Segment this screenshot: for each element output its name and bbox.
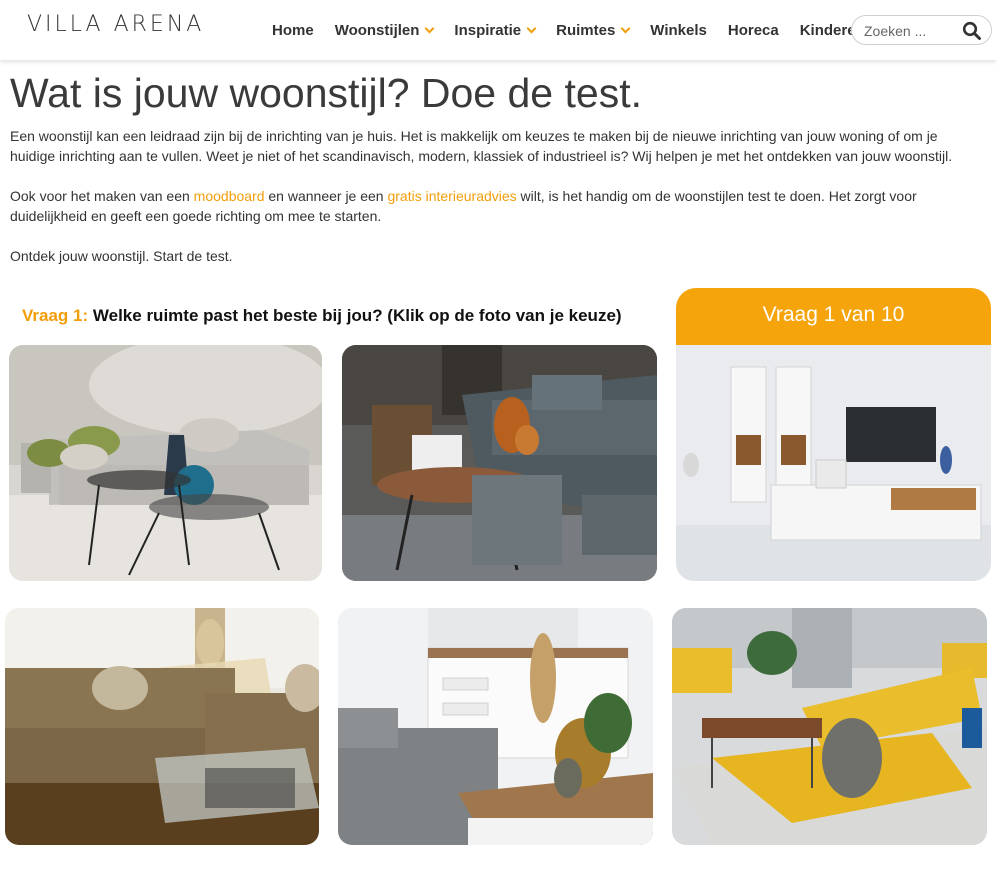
room-photo-6: [672, 608, 987, 845]
search-input[interactable]: [864, 21, 959, 41]
room-option-2[interactable]: [342, 345, 657, 581]
site-header: VILLA ARENA Home Woonstijlen Inspiratie …: [0, 0, 997, 60]
search-box: [851, 15, 992, 45]
room-option-5[interactable]: [338, 608, 653, 845]
intro-paragraph-1: Een woonstijl kan een leidraad zijn bij …: [10, 128, 953, 164]
chevron-down-icon: [620, 23, 631, 33]
progress-label: Vraag 1 van 10: [762, 303, 905, 326]
question-text: Welke ruimte past het beste bij jou? (Kl…: [92, 306, 622, 325]
interieuradvies-link[interactable]: gratis interieuradvies: [387, 188, 516, 204]
intro-paragraph-3: Ontdek jouw woonstijl. Start de test.: [10, 248, 233, 264]
quiz-question: Vraag 1: Welke ruimte past het beste bij…: [22, 306, 622, 326]
nav-item-label: Woonstijlen: [334, 21, 420, 39]
intro-paragraph-2: Ook voor het maken van een moodboard en …: [10, 186, 985, 226]
search-icon[interactable]: [962, 21, 982, 41]
chevron-down-icon: [526, 23, 537, 33]
room-option-3[interactable]: [676, 345, 991, 581]
nav-item-horeca[interactable]: Horeca: [728, 22, 779, 39]
nav-item-label: Winkels: [650, 21, 707, 39]
nav-item-woonstijlen[interactable]: Woonstijlen: [334, 21, 435, 39]
nav-item-inspiratie[interactable]: Inspiratie: [454, 21, 537, 39]
chevron-down-icon: [424, 23, 435, 33]
room-option-4[interactable]: [5, 608, 319, 845]
nav-item-label: Home: [272, 21, 314, 39]
intro-text: Ook voor het maken van een: [10, 188, 194, 204]
room-photo-2: [342, 345, 657, 581]
room-photo-4: [5, 608, 319, 845]
room-option-1[interactable]: [9, 345, 322, 581]
nav-item-label: Inspiratie: [454, 21, 522, 39]
nav-item-home[interactable]: Home: [272, 22, 314, 39]
progress-header: Vraag 1 van 10: [676, 288, 991, 346]
nav-item-ruimtes[interactable]: Ruimtes: [556, 21, 631, 39]
site-logo[interactable]: VILLA ARENA: [27, 12, 204, 37]
room-option-6[interactable]: [672, 608, 987, 845]
moodboard-link[interactable]: moodboard: [194, 188, 265, 204]
room-photo-1: [9, 345, 322, 581]
nav-item-label: Horeca: [727, 21, 779, 39]
nav-item-winkels[interactable]: Winkels: [650, 22, 707, 39]
room-photo-5: [338, 608, 653, 845]
nav-item-label: Ruimtes: [556, 21, 616, 39]
question-number: Vraag 1:: [22, 306, 89, 325]
intro-text: en wanneer je een: [264, 188, 388, 204]
page-title: Wat is jouw woonstijl? Doe de test.: [10, 70, 642, 116]
main-nav: Home Woonstijlen Inspiratie Ruimtes Wink…: [272, 19, 886, 41]
room-photo-3: [676, 345, 991, 581]
